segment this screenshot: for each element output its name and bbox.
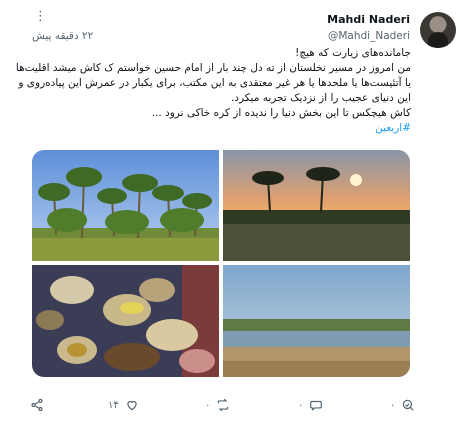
- avatar[interactable]: [420, 12, 456, 48]
- photo-grid: [32, 150, 410, 377]
- retweet-count: ۰: [205, 399, 211, 411]
- views-button[interactable]: ۰: [390, 398, 415, 412]
- views-count: ۰: [390, 399, 396, 411]
- like-button[interactable]: ۱۴: [108, 398, 139, 412]
- tweet-card[interactable]: Mahdi Naderi @Mahdi_Naderi ۲۲ دقیقه پیش …: [0, 0, 467, 428]
- timestamp[interactable]: ۲۲ دقیقه پیش: [32, 30, 93, 42]
- photo-palm-grove[interactable]: [32, 150, 219, 261]
- retweet-button[interactable]: ۰: [205, 398, 230, 412]
- tweet-line: یا آتئیست‌ها یا ملحدها یا هر غیر معتقدی …: [18, 77, 411, 89]
- share-icon: [31, 398, 43, 412]
- tweet-line: کاش هیچکس تا این بخش دنیا را ندیده از کر…: [151, 107, 411, 119]
- hashtag-link[interactable]: #اربعین: [51, 121, 411, 136]
- photo-sunset[interactable]: [223, 150, 410, 261]
- tweet-line: جامانده‌های زیارت که هیچ!: [295, 47, 411, 59]
- photo-food-spread[interactable]: [32, 265, 219, 377]
- heart-icon: [127, 400, 137, 411]
- tweet-line: این دنیای عجیب را از نزدیک تجربه میکرد.: [230, 92, 411, 104]
- share-button[interactable]: [30, 398, 44, 412]
- more-options-icon[interactable]: ⋮: [34, 10, 47, 23]
- reply-count: ۰: [298, 399, 304, 411]
- reply-button[interactable]: ۰: [298, 398, 323, 412]
- comment-icon: [310, 400, 323, 411]
- views-icon: [403, 399, 415, 411]
- action-bar: ۱۴ ۰ ۰ ۰: [0, 398, 467, 418]
- tweet-line: من امروز در مسیر نخلستان از ته دل چند با…: [15, 62, 411, 74]
- like-count: ۱۴: [108, 399, 119, 411]
- photo-river[interactable]: [223, 265, 410, 377]
- tweet-text: جامانده‌های زیارت که هیچ! من امروز در مس…: [15, 46, 411, 136]
- user-name[interactable]: Mahdi Naderi: [327, 13, 410, 26]
- user-handle[interactable]: @Mahdi_Naderi: [328, 30, 410, 42]
- retweet-icon: [218, 398, 229, 412]
